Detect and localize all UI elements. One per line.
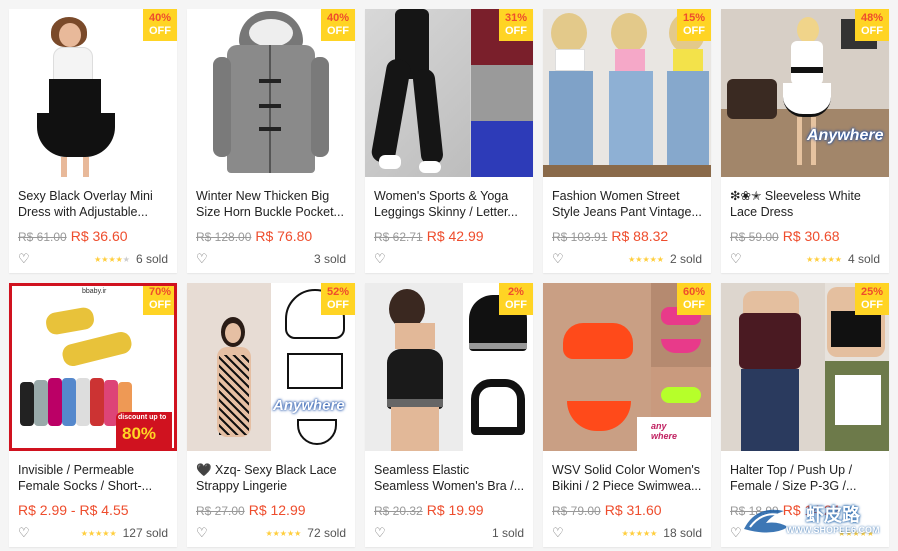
star-rating: ★★★★★: [621, 528, 658, 538]
discount-badge: 40% OFF: [143, 9, 177, 41]
product-image[interactable]: 15% OFF: [543, 9, 711, 177]
product-title[interactable]: Winter New Thicken Big Size Horn Buckle …: [196, 188, 348, 220]
product-image[interactable]: 2% OFF: [365, 283, 533, 451]
watermark-url: WWW.SHOPEE6.COM: [786, 525, 880, 535]
product-card[interactable]: bbaby.ir discount up to 80% 70% OFF Invis…: [9, 283, 177, 547]
any-where-logo: any where: [651, 421, 678, 441]
product-image[interactable]: 31% OFF: [365, 9, 533, 177]
product-card[interactable]: any where 60% OFF WSV Solid Color Women's…: [543, 283, 711, 547]
sale-price: R$ 76.80: [255, 228, 313, 244]
price-row: R$ 128.00 R$ 76.80: [196, 228, 312, 244]
price-row: R$ 2.99 - R$ 4.55: [18, 502, 129, 518]
star-rating: ★★★★★: [94, 254, 130, 264]
original-price: R$ 61.00: [18, 230, 67, 244]
heart-outline-icon[interactable]: ♡: [730, 251, 742, 267]
product-image[interactable]: Anywhere 48% OFF: [721, 9, 889, 177]
original-price: R$ 27.00: [196, 504, 245, 518]
heart-outline-icon[interactable]: ♡: [374, 251, 386, 267]
sale-price: R$ 12.99: [248, 502, 306, 518]
sold-count: 4 sold: [847, 252, 880, 266]
discount-badge: 60% OFF: [677, 283, 711, 315]
original-price: R$ 62.71: [374, 230, 423, 244]
shrimp-logo-icon: [744, 509, 788, 533]
discount-badge: 48% OFF: [855, 9, 889, 41]
sale-price: R$ 42.99: [426, 228, 484, 244]
original-price: R$ 128.00: [196, 230, 252, 244]
heart-outline-icon[interactable]: ♡: [196, 525, 208, 541]
product-image[interactable]: 25% OFF: [721, 283, 889, 451]
sold-count: 18 sold: [663, 526, 702, 540]
sold-count: 2 sold: [669, 252, 702, 266]
heart-outline-icon[interactable]: ♡: [18, 251, 30, 267]
product-title[interactable]: Invisible / Permeable Female Socks / Sho…: [18, 462, 170, 494]
site-watermark: 虾皮路 WWW.SHOPEE6.COM: [736, 499, 886, 541]
discount-badge: 2% OFF: [499, 283, 533, 315]
heart-outline-icon[interactable]: ♡: [196, 251, 208, 267]
product-title[interactable]: Sexy Black Overlay Mini Dress with Adjus…: [18, 188, 170, 220]
sale-price: R$ 2.99 - R$ 4.55: [18, 502, 129, 518]
product-image[interactable]: 40% OFF: [9, 9, 177, 177]
sale-price: R$ 36.60: [70, 228, 128, 244]
heart-outline-icon[interactable]: ♡: [552, 525, 564, 541]
product-card[interactable]: Anywhere 48% OFF ❇❀✭ Sleeveless White Lac…: [721, 9, 889, 273]
price-row: R$ 20.32 R$ 19.99: [374, 502, 484, 518]
shop-tag: bbaby.ir: [82, 288, 107, 295]
price-row: R$ 79.00 R$ 31.60: [552, 502, 662, 518]
original-price: R$ 79.00: [552, 504, 601, 518]
heart-outline-icon[interactable]: ♡: [18, 525, 30, 541]
product-image[interactable]: bbaby.ir discount up to 80% 70% OFF: [9, 283, 177, 451]
price-row: R$ 27.00 R$ 12.99: [196, 502, 306, 518]
sold-count: 6 sold: [135, 252, 168, 266]
sale-price: R$ 88.32: [611, 228, 669, 244]
product-card[interactable]: 40% OFF Sexy Black Overlay Mini Dress wit…: [9, 9, 177, 273]
star-rating: ★★★★★: [806, 254, 842, 264]
product-image[interactable]: 40% OFF: [187, 9, 355, 177]
discount-badge: 31% OFF: [499, 9, 533, 41]
price-row: R$ 61.00 R$ 36.60: [18, 228, 128, 244]
original-price: R$ 103.91: [552, 230, 608, 244]
star-rating: ★★★★★: [80, 528, 117, 538]
discount-80-text: 80%: [122, 424, 157, 443]
price-row: R$ 59.00 R$ 30.68: [730, 228, 840, 244]
product-image[interactable]: any where 60% OFF: [543, 283, 711, 451]
star-rating: ★★★★★: [628, 254, 664, 264]
product-card[interactable]: 31% OFF Women's Sports & Yoga Leggings Sk…: [365, 9, 533, 273]
product-title[interactable]: 🖤 Xzq- Sexy Black Lace Strappy Lingerie: [196, 462, 348, 494]
sold-count: 127 sold: [122, 526, 168, 540]
anywhere-logo: Anywhere: [273, 397, 345, 414]
product-card[interactable]: Anywhere 52% OFF 🖤 Xzq- Sexy Black Lace S…: [187, 283, 355, 547]
sold-count: 3 sold: [313, 252, 346, 266]
product-title[interactable]: Women's Sports & Yoga Leggings Skinny / …: [374, 188, 526, 220]
original-price: R$ 20.32: [374, 504, 423, 518]
anywhere-logo: Anywhere: [807, 127, 884, 144]
discount-badge: 15% OFF: [677, 9, 711, 41]
product-card[interactable]: 15% OFF Fashion Women Street Style Jeans …: [543, 9, 711, 273]
discount-up-to-text: discount up to: [118, 414, 167, 421]
product-card[interactable]: 2% OFF Seamless Elastic Seamless Women's …: [365, 283, 533, 547]
heart-outline-icon[interactable]: ♡: [552, 251, 564, 267]
product-title[interactable]: Halter Top / Push Up / Female / Size P-3…: [730, 462, 882, 494]
heart-outline-icon[interactable]: ♡: [374, 525, 386, 541]
discount-badge: 40% OFF: [321, 9, 355, 41]
watermark-text: 虾皮路: [806, 505, 860, 525]
discount-badge: 70% OFF: [143, 286, 174, 315]
price-row: R$ 103.91 R$ 88.32: [552, 228, 668, 244]
product-title[interactable]: Fashion Women Street Style Jeans Pant Vi…: [552, 188, 704, 220]
discount-badge: 52% OFF: [321, 283, 355, 315]
product-title[interactable]: Seamless Elastic Seamless Women's Bra /.…: [374, 462, 526, 494]
original-price: R$ 59.00: [730, 230, 779, 244]
product-card[interactable]: 40% OFF Winter New Thicken Big Size Horn …: [187, 9, 355, 273]
sold-count: 1 sold: [491, 526, 524, 540]
discount-badge: 25% OFF: [855, 283, 889, 315]
sale-price: R$ 19.99: [426, 502, 484, 518]
sale-price: R$ 31.60: [604, 502, 662, 518]
product-image[interactable]: Anywhere 52% OFF: [187, 283, 355, 451]
sold-count: 72 sold: [307, 526, 346, 540]
product-title[interactable]: ❇❀✭ Sleeveless White Lace Dress: [730, 188, 882, 220]
product-grid: 40% OFF Sexy Black Overlay Mini Dress wit…: [9, 9, 889, 547]
star-rating: ★★★★★: [265, 528, 302, 538]
product-title[interactable]: WSV Solid Color Women's Bikini / 2 Piece…: [552, 462, 704, 494]
price-row: R$ 62.71 R$ 42.99: [374, 228, 484, 244]
sale-price: R$ 30.68: [782, 228, 840, 244]
